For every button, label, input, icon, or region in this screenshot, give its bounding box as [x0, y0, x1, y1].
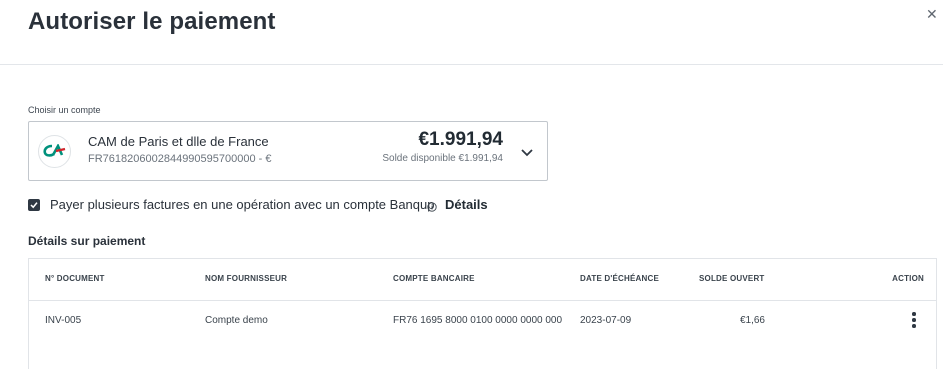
cell-due-date: 2023-07-09	[580, 315, 632, 326]
cell-document: INV-005	[45, 315, 82, 326]
info-icon[interactable]	[427, 199, 437, 217]
table-header: N° DOCUMENT NOM FOURNISSEUR COMPTE BANCA…	[29, 259, 936, 301]
column-header-supplier[interactable]: NOM FOURNISSEUR	[205, 274, 287, 283]
payment-details-table: N° DOCUMENT NOM FOURNISSEUR COMPTE BANCA…	[28, 258, 937, 369]
dialog-title: Autoriser le paiement	[28, 8, 276, 35]
multi-pay-checkbox[interactable]	[28, 199, 40, 211]
column-header-bank-account[interactable]: COMPTE BANCAIRE	[393, 274, 475, 283]
close-icon[interactable]: ✕	[926, 6, 938, 23]
bank-logo	[38, 135, 71, 168]
dialog-header: Autoriser le paiement ✕	[0, 0, 943, 65]
more-options-icon[interactable]	[909, 311, 919, 329]
cell-bank-account: FR76 1695 8000 0100 0000 0000 000	[393, 315, 563, 326]
account-name: CAM de Paris et dlle de France	[88, 134, 269, 149]
chevron-down-icon[interactable]	[521, 144, 533, 162]
account-select[interactable]: CAM de Paris et dlle de France FR7618206…	[28, 121, 548, 181]
column-header-due-date[interactable]: DATE D'ÉCHÉANCE	[580, 274, 659, 283]
account-available-balance: Solde disponible €1.991,94	[382, 153, 503, 164]
column-header-open-balance[interactable]: SOLDE OUVERT	[699, 274, 765, 283]
column-header-document[interactable]: N° DOCUMENT	[45, 274, 105, 283]
details-link[interactable]: Détails	[445, 197, 488, 212]
payment-details-title: Détails sur paiement	[28, 234, 146, 248]
account-balance: €1.991,94	[418, 129, 503, 150]
cell-open-balance: €1,66	[739, 315, 765, 326]
column-header-action: ACTION	[892, 274, 924, 283]
account-select-label: Choisir un compte	[28, 105, 101, 115]
cell-supplier: Compte demo	[205, 315, 268, 326]
account-iban: FR7618206002844990595700000 - €	[88, 153, 272, 165]
multi-pay-label: Payer plusieurs factures en une opératio…	[50, 197, 435, 212]
